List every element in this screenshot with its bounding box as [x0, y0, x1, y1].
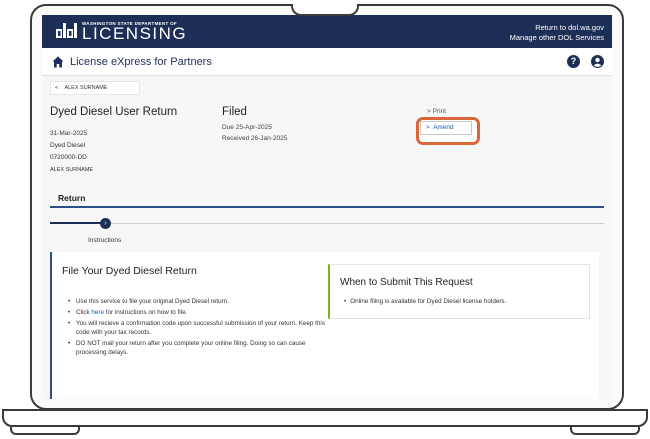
chevron-right-icon: >	[426, 124, 430, 131]
list-item: DO NOT mail your return after you comple…	[66, 339, 326, 357]
submission-info-card: When to Submit This Request Online filin…	[328, 264, 590, 319]
manage-services-link[interactable]: Manage other DOL Services	[510, 33, 604, 43]
account-number: 0720000-DD	[50, 154, 87, 161]
chevron-right-icon: >	[427, 108, 431, 115]
list-item: You will recieve a confirmation code upo…	[66, 319, 326, 337]
return-title: Dyed Diesel User Return	[50, 106, 178, 118]
laptop-base	[2, 409, 648, 427]
chevron-left-icon: <	[55, 85, 59, 91]
list-item: Use this service to file your original D…	[66, 297, 326, 306]
home-icon[interactable]	[52, 56, 64, 68]
nav-bar: License eXpress for Partners ?	[42, 48, 612, 76]
back-breadcrumb[interactable]: < ALEX SURNAME	[50, 81, 140, 95]
return-meta: 31-Mar-2025 Dyed Diesel 0720000-DD ALEX …	[50, 128, 93, 176]
user-account-icon[interactable]	[591, 55, 604, 68]
breadcrumb-label: ALEX SURNAME	[64, 85, 108, 91]
status-dates: Due 25-Apr-2025 Received 26-Jan-2025	[222, 122, 287, 144]
camera-notch	[291, 4, 359, 16]
laptop-frame: WASHINGTON STATE DEPARTMENT OF LICENSING…	[0, 0, 650, 439]
top-header: WASHINGTON STATE DEPARTMENT OF LICENSING…	[42, 15, 612, 48]
dol-logo[interactable]: WASHINGTON STATE DEPARTMENT OF LICENSING	[56, 21, 188, 43]
screen: WASHINGTON STATE DEPARTMENT OF LICENSING…	[42, 15, 612, 399]
account-holder: ALEX SURNAME	[50, 167, 94, 173]
instructions-here-link[interactable]: here	[91, 309, 104, 316]
help-icon[interactable]: ?	[567, 55, 580, 68]
list-item: Online filing is available for Dyed Dies…	[344, 298, 506, 305]
return-date: 31-Mar-2025	[50, 130, 88, 137]
logo-title: LICENSING	[82, 24, 188, 43]
return-to-dol-link[interactable]: Return to dol.wa.gov	[510, 23, 604, 33]
amend-button[interactable]: > Amend	[420, 121, 472, 135]
app-title[interactable]: License eXpress for Partners	[70, 56, 212, 68]
instructions-card-title: File Your Dyed Diesel Return	[62, 265, 197, 277]
status-label: Filed	[222, 106, 247, 118]
return-type: Dyed Diesel	[50, 142, 86, 149]
stepper-track	[50, 223, 604, 224]
submission-info-title: When to Submit This Request	[340, 277, 473, 288]
due-date: Due 25-Apr-2025	[222, 124, 272, 131]
laptop-foot-right	[570, 427, 640, 435]
tab-return[interactable]: Return	[58, 193, 85, 203]
step-instructions-icon[interactable]: ›	[100, 218, 111, 229]
instructions-list: Use this service to file your original D…	[66, 297, 326, 359]
list-item: Click here for instructions on how to fi…	[66, 308, 326, 317]
tab-underline	[50, 206, 604, 208]
step-instructions-label[interactable]: Instructions	[88, 237, 121, 244]
received-date: Received 26-Jan-2025	[222, 135, 288, 142]
laptop-foot-left	[10, 427, 80, 435]
print-link[interactable]: > Print	[427, 108, 446, 115]
dol-logo-icon	[56, 21, 78, 41]
